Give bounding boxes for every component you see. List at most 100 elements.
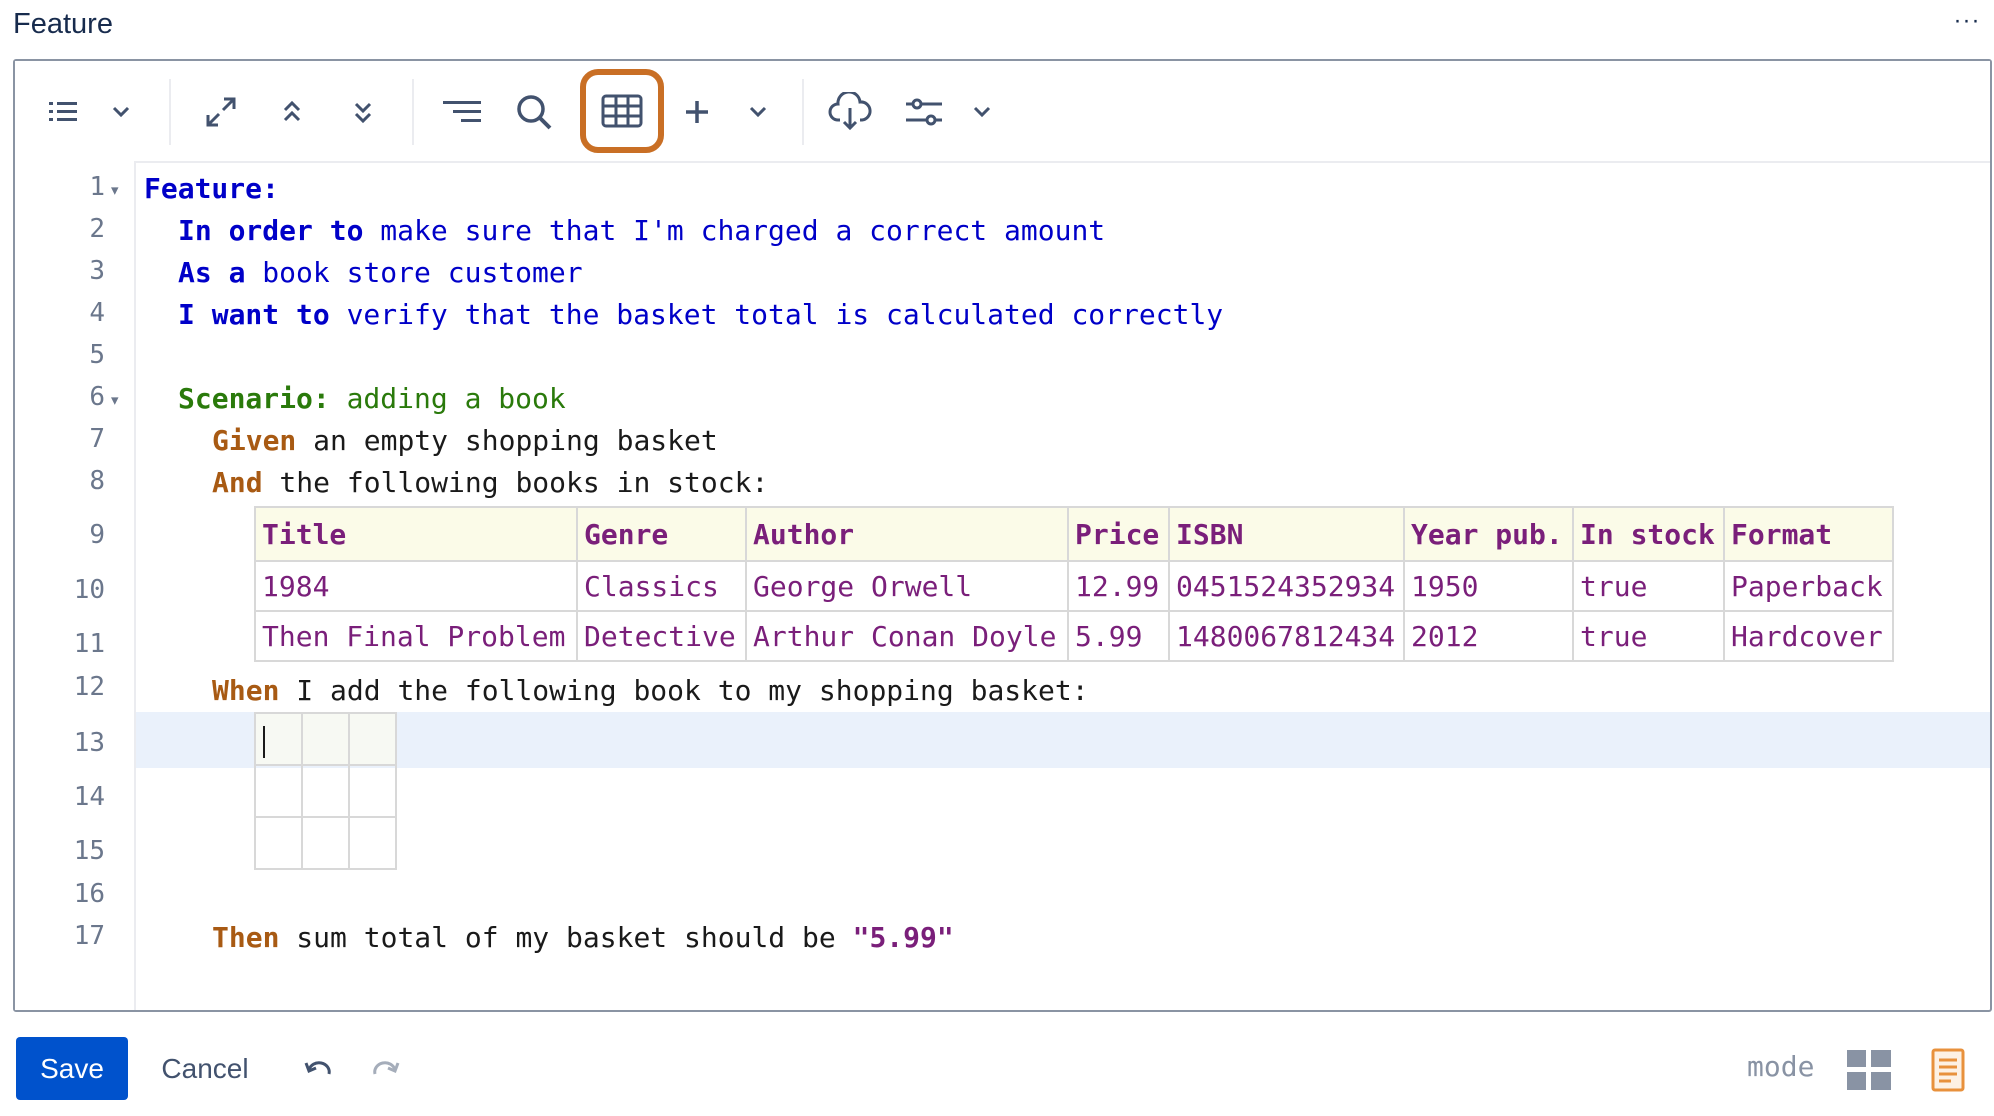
table-header-cell[interactable]: Price xyxy=(1067,506,1170,562)
code-line[interactable]: In order to make sure that I'm charged a… xyxy=(178,214,1105,248)
table-header-cell[interactable]: ISBN xyxy=(1168,506,1405,562)
books-stock-table: Title Genre Author Price ISBN Year pub. … xyxy=(254,506,1894,662)
table-header-cell[interactable]: Genre xyxy=(576,506,747,562)
code-line[interactable]: Given an empty shopping basket xyxy=(212,424,718,458)
inserted-empty-table xyxy=(254,712,397,870)
line-number: 10 xyxy=(73,575,105,605)
line-number: 14 xyxy=(73,782,105,812)
code-text: sum total of my basket should be xyxy=(279,921,853,954)
mode-label: mode xyxy=(1747,1050,1815,1083)
code-text: make sure that I'm charged a correct amo… xyxy=(363,214,1106,247)
line-number: 2 xyxy=(89,214,105,244)
code-line[interactable]: When I add the following book to my shop… xyxy=(212,674,1089,708)
more-options-button[interactable]: ··· xyxy=(1952,9,1982,42)
line-number: 7 xyxy=(89,424,105,454)
fold-toggle-icon[interactable]: ▾ xyxy=(111,391,119,409)
table-cell[interactable]: true xyxy=(1572,610,1725,662)
table-header-cell[interactable]: Author xyxy=(745,506,1069,562)
table-cell[interactable] xyxy=(254,816,303,870)
line-number: 8 xyxy=(89,466,105,496)
code-line[interactable]: As a book store customer xyxy=(178,256,583,290)
table-cell[interactable] xyxy=(254,764,303,818)
table-cell[interactable] xyxy=(301,816,350,870)
table-cell[interactable]: Hardcover xyxy=(1723,610,1894,662)
chevron-down-icon[interactable] xyxy=(98,89,144,135)
document-view-icon[interactable] xyxy=(1931,1048,1965,1092)
table-cell[interactable]: George Orwell xyxy=(745,560,1069,612)
cancel-button[interactable]: Cancel xyxy=(150,1037,260,1100)
table-cell[interactable]: true xyxy=(1572,560,1725,612)
settings-sliders-icon[interactable] xyxy=(901,89,947,135)
undo-icon[interactable] xyxy=(298,1049,338,1089)
cloud-download-icon[interactable] xyxy=(827,89,873,135)
chevrons-up-icon[interactable] xyxy=(269,89,315,135)
code-line[interactable]: Then sum total of my basket should be "5… xyxy=(212,921,954,955)
table-cell[interactable]: Classics xyxy=(576,560,747,612)
line-number: 17 xyxy=(73,921,105,951)
table-cell[interactable]: 1950 xyxy=(1403,560,1574,612)
table-cell[interactable] xyxy=(348,816,397,870)
line-number: 5 xyxy=(89,340,105,370)
redo-icon[interactable] xyxy=(366,1049,406,1089)
table-cell[interactable]: 2012 xyxy=(1403,610,1574,662)
table-cell[interactable]: 12.99 xyxy=(1067,560,1170,612)
line-number: 4 xyxy=(89,298,105,328)
code-text: an empty shopping basket xyxy=(296,424,718,457)
table-cell[interactable] xyxy=(301,712,350,766)
line-number: 1 xyxy=(89,172,105,202)
expand-icon[interactable] xyxy=(198,89,244,135)
code-text: book store customer xyxy=(245,256,583,289)
grid-view-icon[interactable] xyxy=(1847,1050,1891,1090)
save-button[interactable]: Save xyxy=(16,1037,128,1100)
line-number: 13 xyxy=(73,728,105,758)
code-text: the following books in stock: xyxy=(262,466,769,499)
gherkin-keyword: Feature: xyxy=(144,172,279,205)
table-header-cell[interactable]: Format xyxy=(1723,506,1894,562)
text-cursor xyxy=(263,726,265,758)
gherkin-keyword: In order to xyxy=(178,214,364,247)
format-lines-icon[interactable] xyxy=(440,89,486,135)
toolbar-divider xyxy=(412,79,414,145)
gherkin-keyword: Given xyxy=(212,424,297,457)
search-icon[interactable] xyxy=(511,89,557,135)
table-cell[interactable] xyxy=(348,764,397,818)
table-cell[interactable] xyxy=(301,764,350,818)
chevron-down-icon[interactable] xyxy=(959,89,1005,135)
table-cell[interactable]: Arthur Conan Doyle xyxy=(745,610,1069,662)
code-line[interactable]: And the following books in stock: xyxy=(212,466,768,500)
line-number: 12 xyxy=(73,672,105,702)
list-icon[interactable] xyxy=(41,89,87,135)
active-line-highlight xyxy=(136,712,1990,768)
fold-toggle-icon[interactable]: ▾ xyxy=(111,181,119,199)
chevrons-down-icon[interactable] xyxy=(340,89,386,135)
table-cell[interactable]: Paperback xyxy=(1723,560,1894,612)
table-cell[interactable]: 0451524352934 xyxy=(1168,560,1405,612)
string-literal: "5.99" xyxy=(852,921,954,954)
chevron-down-icon[interactable] xyxy=(735,89,781,135)
gherkin-keyword: Scenario: xyxy=(178,382,330,415)
line-number: 6 xyxy=(89,382,105,412)
table-cell[interactable] xyxy=(348,712,397,766)
gherkin-keyword: I want to xyxy=(178,298,330,331)
table-header-cell[interactable]: Title xyxy=(254,506,578,562)
editor-toolbar xyxy=(15,61,1990,163)
gherkin-keyword: As a xyxy=(178,256,246,289)
plus-icon[interactable] xyxy=(674,89,720,135)
code-line[interactable]: I want to verify that the basket total i… xyxy=(178,298,1223,332)
table-header-cell[interactable]: In stock xyxy=(1572,506,1725,562)
toolbar-divider xyxy=(802,79,804,145)
line-number: 3 xyxy=(89,256,105,286)
code-line[interactable]: Feature: xyxy=(144,172,279,206)
code-line[interactable]: Scenario: adding a book xyxy=(178,382,566,416)
line-number: 16 xyxy=(73,879,105,909)
table-cell[interactable]: Then Final Problem xyxy=(254,610,578,662)
code-text: I add the following book to my shopping … xyxy=(279,674,1089,707)
table-cell[interactable]: 5.99 xyxy=(1067,610,1170,662)
table-icon[interactable] xyxy=(580,69,664,153)
table-cell[interactable]: Detective xyxy=(576,610,747,662)
gherkin-keyword: Then xyxy=(212,921,280,954)
table-cell[interactable]: 1480067812434 xyxy=(1168,610,1405,662)
table-cell[interactable]: 1984 xyxy=(254,560,578,612)
code-text: adding a book xyxy=(329,382,566,415)
table-header-cell[interactable]: Year pub. xyxy=(1403,506,1574,562)
